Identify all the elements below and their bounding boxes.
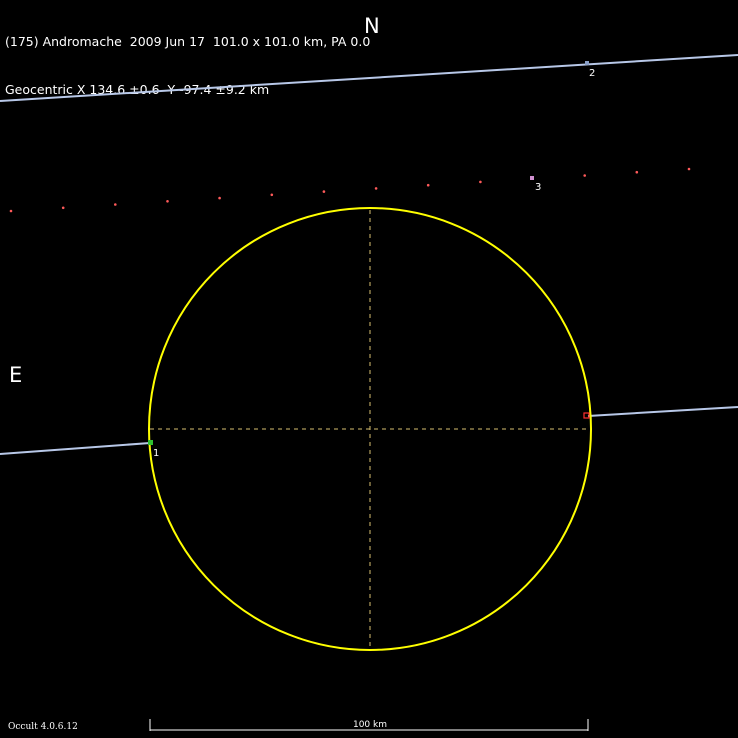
chord-3-dot	[687, 167, 691, 171]
chord-3-dot	[635, 170, 639, 174]
scale-bar: 100 km	[149, 719, 589, 731]
scale-bar-label: 100 km	[353, 720, 387, 730]
chord-3-dot	[218, 196, 221, 200]
chord-3-dot	[374, 187, 378, 190]
chord-3-dot	[426, 183, 430, 187]
chord-label-2: 2	[589, 68, 595, 79]
chord-line-1-left	[0, 442, 151, 455]
chord-1-disappear-marker	[148, 440, 153, 445]
chord-3-dot	[583, 174, 586, 177]
chord-3-dots	[9, 167, 691, 213]
occultation-diagram: 1 2 3 100 km	[0, 54, 738, 731]
chord-3-dot	[9, 209, 13, 213]
chord-3-dot	[114, 203, 117, 206]
chord-line-2	[0, 54, 738, 102]
chord-3-dot	[322, 190, 326, 193]
chord-label-1: 1	[153, 448, 159, 459]
chord-3-dot	[166, 200, 169, 203]
chord-3-dot	[61, 206, 65, 210]
chord-3-dot	[270, 193, 274, 197]
chord-3-dot	[479, 180, 482, 184]
software-version: Occult 4.0.6.12	[8, 722, 78, 732]
chord-label-3: 3	[535, 182, 541, 193]
chord-3-marker	[530, 176, 534, 180]
chord-2-marker	[585, 61, 589, 65]
chord-line-1-right	[587, 406, 738, 417]
